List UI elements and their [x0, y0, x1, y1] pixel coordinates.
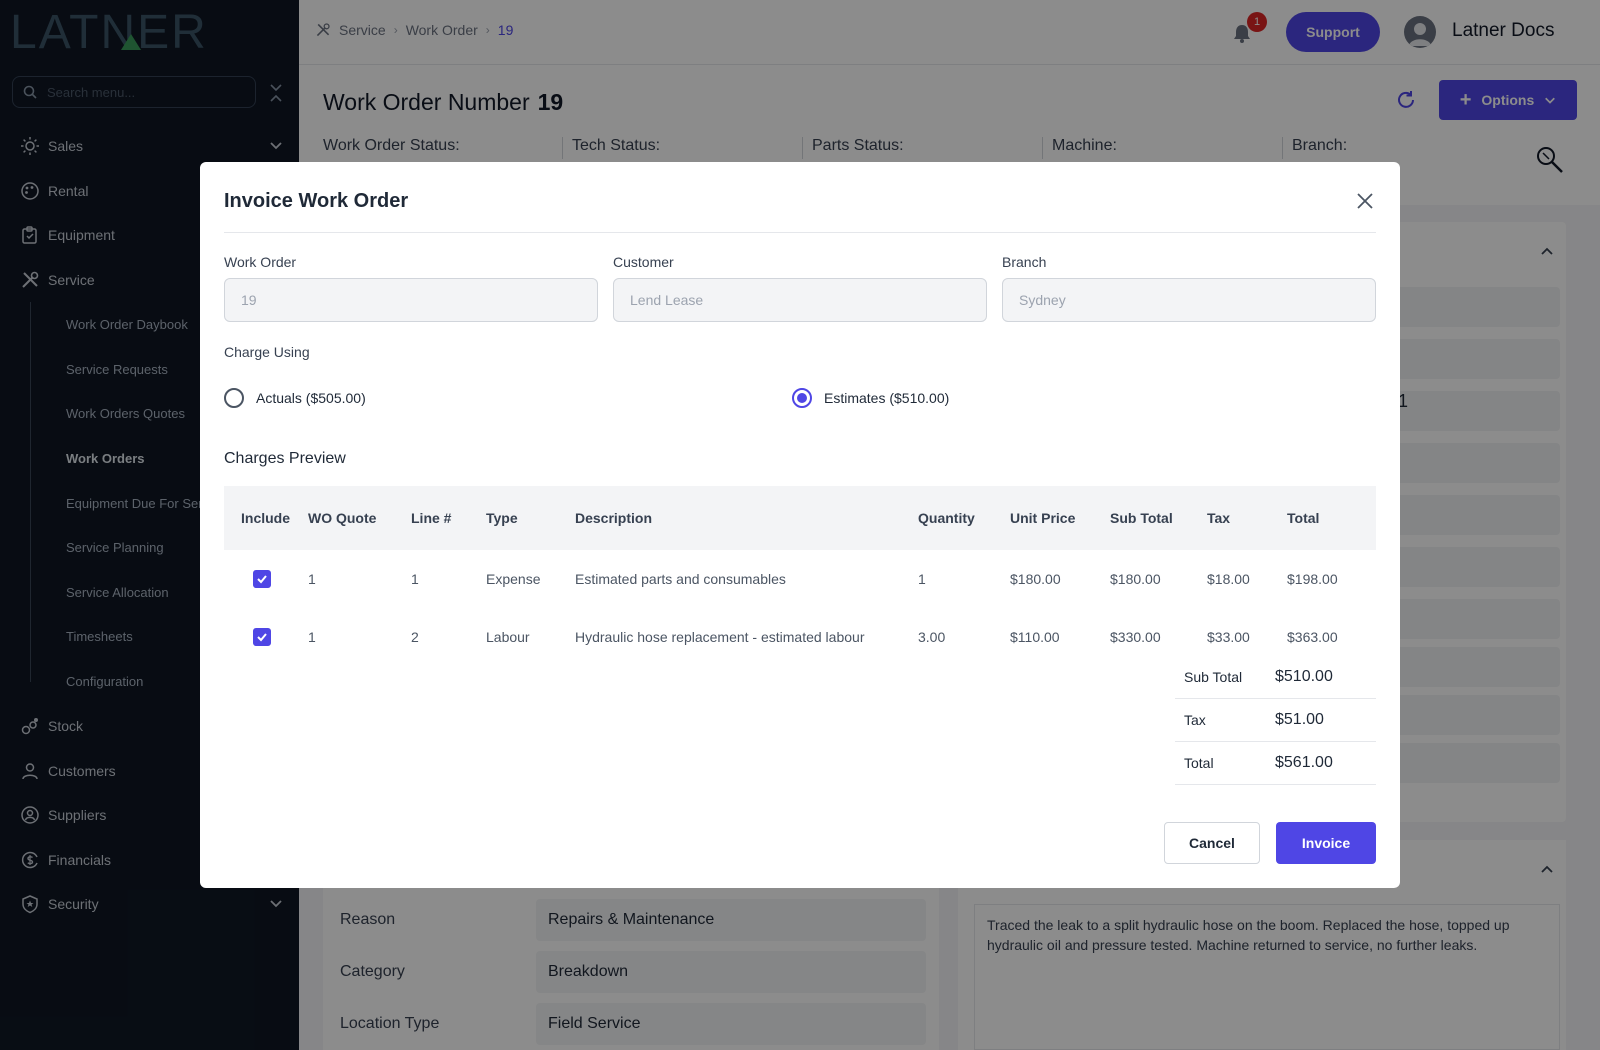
charges-table: Include WO Quote Line # Type Description… — [224, 486, 1376, 666]
table-row: 1 1 Expense Estimated parts and consumab… — [224, 550, 1376, 608]
type-cell: Expense — [486, 571, 541, 587]
invoice-button[interactable]: Invoice — [1276, 822, 1376, 864]
line-cell: 2 — [411, 629, 419, 645]
summary-value: $510.00 — [1275, 668, 1333, 685]
charge-using-label: Charge Using — [224, 344, 310, 360]
quantity-cell: 3.00 — [918, 629, 946, 645]
column-header: Include — [241, 510, 291, 526]
summary-value: $51.00 — [1275, 711, 1324, 728]
unit-price-cell: $180.00 — [1010, 571, 1061, 587]
column-header: Quantity — [918, 510, 975, 526]
radio-actuals[interactable]: Actuals ($505.00) — [224, 388, 366, 408]
wo-quote-cell: 1 — [308, 571, 316, 587]
customer-label: Customer — [613, 254, 674, 270]
include-cell — [224, 570, 308, 588]
radio-estimates[interactable]: Estimates ($510.00) — [792, 388, 949, 408]
radio-unchecked-icon[interactable] — [224, 388, 244, 408]
total-cell: $363.00 — [1287, 629, 1338, 645]
unit-price-cell: $110.00 — [1010, 629, 1060, 645]
sub-total-cell: $180.00 — [1110, 571, 1161, 587]
type-cell: Labour — [486, 629, 530, 645]
work-order-input[interactable] — [224, 278, 598, 322]
include-cell — [224, 628, 308, 646]
column-header: Tax — [1207, 510, 1231, 526]
invoice-work-order-modal: Invoice Work Order Work Order Customer B… — [200, 162, 1400, 888]
tax-cell: $33.00 — [1207, 629, 1250, 645]
description-cell: Estimated parts and consumables — [575, 571, 786, 587]
tax-cell: $18.00 — [1207, 571, 1250, 587]
summary-label: Tax — [1184, 712, 1206, 728]
customer-input[interactable] — [613, 278, 987, 322]
modal-title: Invoice Work Order — [224, 190, 409, 212]
column-header: Type — [486, 510, 518, 526]
column-header: Line # — [411, 510, 452, 526]
branch-label: Branch — [1002, 254, 1047, 270]
wo-quote-cell: 1 — [308, 629, 316, 645]
branch-field: Branch — [1002, 254, 1376, 322]
column-header: Description — [575, 510, 653, 526]
column-header: Sub Total — [1110, 510, 1173, 526]
summary-tax: Tax $51.00 — [1175, 699, 1376, 742]
column-header: WO Quote — [308, 510, 377, 526]
checkbox-checked-icon[interactable] — [253, 570, 271, 588]
customer-field: Customer — [613, 254, 987, 322]
total-cell: $198.00 — [1287, 571, 1338, 587]
radio-checked-icon[interactable] — [792, 388, 812, 408]
radio-estimates-label: Estimates ($510.00) — [824, 390, 950, 406]
summary-label: Total — [1184, 755, 1214, 771]
description-cell: Hydraulic hose replacement - estimated l… — [575, 629, 865, 645]
summary-total: Total $561.00 — [1175, 742, 1376, 785]
work-order-field: Work Order — [224, 254, 598, 322]
sub-total-cell: $330.00 — [1110, 629, 1161, 645]
branch-input[interactable] — [1002, 278, 1376, 322]
divider — [224, 232, 1376, 233]
work-order-label: Work Order — [224, 254, 297, 270]
close-icon[interactable] — [1354, 190, 1376, 212]
cancel-button[interactable]: Cancel — [1164, 822, 1260, 864]
radio-actuals-label: Actuals ($505.00) — [256, 390, 366, 406]
charges-preview-label: Charges Preview — [224, 450, 346, 467]
table-header: Include WO Quote Line # Type Description… — [224, 486, 1376, 550]
column-header: Unit Price — [1010, 510, 1076, 526]
summary-sub-total: Sub Total $510.00 — [1175, 656, 1376, 699]
totals-summary: Sub Total $510.00 Tax $51.00 Total $561.… — [1175, 656, 1376, 785]
quantity-cell: 1 — [918, 571, 926, 587]
checkbox-checked-icon[interactable] — [253, 628, 271, 646]
summary-value: $561.00 — [1275, 754, 1333, 771]
line-cell: 1 — [411, 571, 419, 587]
summary-label: Sub Total — [1184, 669, 1243, 685]
column-header: Total — [1287, 510, 1320, 526]
